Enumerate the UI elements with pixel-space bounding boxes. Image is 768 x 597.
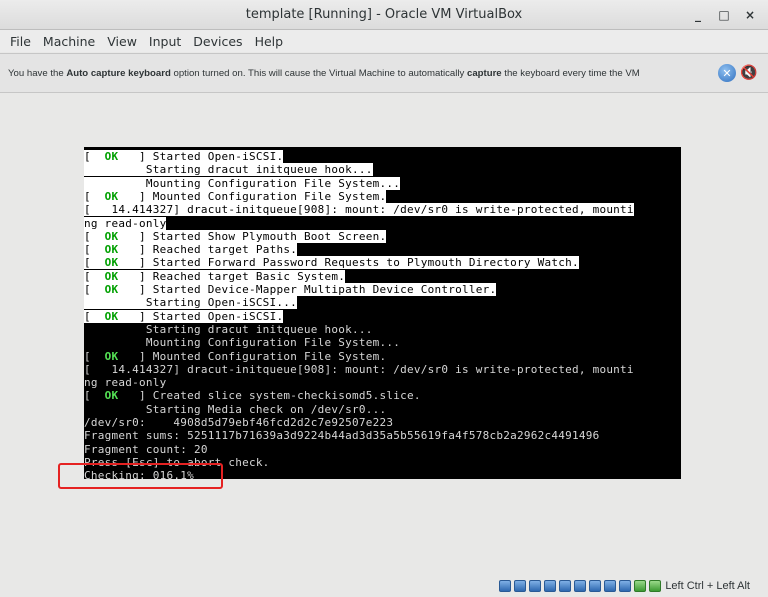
shared-folder-icon[interactable] <box>559 579 572 592</box>
ok-status: OK <box>90 229 133 243</box>
ok-status: OK <box>90 349 133 363</box>
maximize-button[interactable]: □ <box>716 7 732 23</box>
display-icon[interactable] <box>574 579 587 592</box>
ok-status: OK <box>90 389 133 403</box>
ok-status: OK <box>90 283 133 296</box>
ok-status: OK <box>90 269 133 283</box>
notification-message: You have the Auto capture keyboard optio… <box>8 67 640 79</box>
console-line: [ OK ] Created slice system-checkisomd5.… <box>84 389 421 403</box>
menu-machine[interactable]: Machine <box>37 34 101 49</box>
console-line: [ 14.414327] dracut-initqueue[908]: moun… <box>84 362 634 376</box>
console-line: Starting Open-iSCSI... <box>84 296 298 310</box>
do-not-show-icon[interactable]: 🔇 <box>740 64 758 82</box>
keyboard-icon[interactable] <box>649 579 662 592</box>
menu-file[interactable]: File <box>4 34 37 49</box>
console-line: [ OK ] Started Open-iSCSI. <box>84 309 284 323</box>
host-key-label: Left Ctrl + Left Alt <box>665 579 750 592</box>
console-line: Mounting Configuration File System... <box>84 176 401 190</box>
optical-drive-icon[interactable] <box>514 579 527 592</box>
mouse-icon[interactable] <box>634 579 647 592</box>
cpu-icon[interactable] <box>619 579 632 592</box>
minimize-button[interactable]: _ <box>690 7 706 23</box>
console-line: [ OK ] Started Forward Password Requests… <box>84 256 579 270</box>
console-line: Fragment count: 20 <box>84 442 208 456</box>
console-line: Starting dracut initqueue hook... <box>84 322 373 336</box>
console-line: Starting dracut initqueue hook... <box>84 163 373 177</box>
menu-bar: File Machine View Input Devices Help <box>0 30 768 52</box>
window-title: template [Running] - Oracle VM VirtualBo… <box>245 7 523 22</box>
console-line: /dev/sr0: 4908d5d79ebf46fcd2d2c7e92507e2… <box>84 416 394 429</box>
ok-status: OK <box>90 309 133 323</box>
console-line: [ OK ] Reached target Basic System. <box>84 269 346 283</box>
checking-highlight-box <box>58 463 223 489</box>
ok-status: OK <box>90 189 133 203</box>
close-button[interactable]: × <box>742 7 758 23</box>
notification-bar: You have the Auto capture keyboard optio… <box>0 53 768 93</box>
network-icon[interactable] <box>604 579 617 592</box>
console-line: [ 14.414327] dracut-initqueue[908]: moun… <box>84 203 634 217</box>
menu-devices[interactable]: Devices <box>187 34 248 49</box>
console-line: [ OK ] Started Open-iSCSI. <box>84 150 284 163</box>
console-line: [ OK ] Started Device-Mapper Multipath D… <box>84 283 497 296</box>
vm-console-screen[interactable]: [ OK ] Started Open-iSCSI. Starting drac… <box>84 147 681 479</box>
hard-disk-icon[interactable] <box>499 579 512 592</box>
video-capture-icon[interactable] <box>589 579 602 592</box>
menu-input[interactable]: Input <box>143 34 187 49</box>
console-line: [ OK ] Started Show Plymouth Boot Screen… <box>84 229 387 243</box>
ok-status: OK <box>90 243 133 257</box>
usb-icon[interactable] <box>544 579 557 592</box>
console-line: ng read-only <box>84 216 167 230</box>
status-bar: Left Ctrl + Left Alt <box>0 574 768 597</box>
console-line: [ OK ] Reached target Paths. <box>84 243 298 257</box>
ok-status: OK <box>90 256 133 270</box>
audio-icon[interactable] <box>529 579 542 592</box>
console-line: ng read-only <box>84 376 167 390</box>
window-titlebar[interactable]: template [Running] - Oracle VM VirtualBo… <box>0 0 768 30</box>
console-line: Fragment sums: 5251117b71639a3d9224b44ad… <box>84 429 600 443</box>
console-line: Starting Media check on /dev/sr0... <box>84 402 387 416</box>
console-line: [ OK ] Mounted Configuration File System… <box>84 349 387 363</box>
ok-status: OK <box>90 150 133 163</box>
console-line: [ OK ] Mounted Configuration File System… <box>84 189 387 203</box>
menu-view[interactable]: View <box>101 34 143 49</box>
menu-help[interactable]: Help <box>249 34 290 49</box>
close-circle-icon[interactable]: ✕ <box>718 64 736 82</box>
console-line: Mounting Configuration File System... <box>84 336 401 350</box>
